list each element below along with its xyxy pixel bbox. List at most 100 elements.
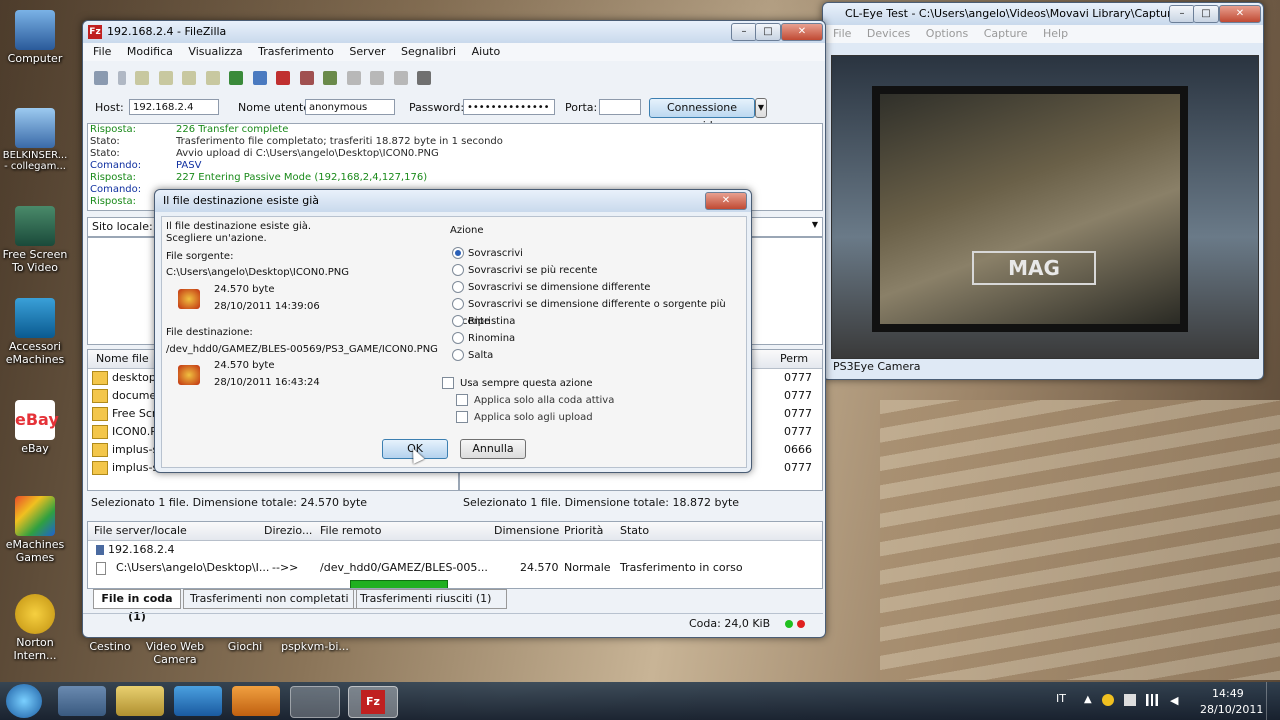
dialog-body: Il file destinazione esiste già. Sceglie… xyxy=(161,216,747,468)
username-input[interactable]: anonymous xyxy=(305,99,395,115)
queue-server-row[interactable]: 192.168.2.4 xyxy=(88,541,822,559)
sync-browse-icon[interactable] xyxy=(393,71,408,85)
toggle-queue-icon[interactable] xyxy=(205,71,220,85)
close-button[interactable]: ✕ xyxy=(1219,5,1261,23)
menu-server[interactable]: Server xyxy=(349,45,385,58)
remote-site-dropdown-icon[interactable]: ▼ xyxy=(812,220,818,229)
toggle-remote-tree-icon[interactable] xyxy=(182,71,196,85)
action-radio-3[interactable]: Sovrascrivi se dimensione differente o s… xyxy=(452,296,742,327)
site-manager-icon[interactable] xyxy=(94,71,108,85)
desktop-icon-belkin[interactable]: BELKINSER... - collegam... xyxy=(0,108,70,172)
menu-segnalibri[interactable]: Segnalibri xyxy=(401,45,456,58)
start-button[interactable] xyxy=(6,684,42,718)
port-input[interactable] xyxy=(599,99,641,115)
dialog-close-button[interactable]: ✕ xyxy=(705,192,747,210)
taskbar-pin-explorer-icon[interactable] xyxy=(116,686,164,716)
action-radio-0[interactable]: Sovrascrivi xyxy=(452,245,742,262)
cancel-button[interactable]: Annulla xyxy=(460,439,526,459)
volume-tray-icon[interactable]: ◀ xyxy=(1170,694,1178,707)
quickconnect-dropdown[interactable]: ▼ xyxy=(755,98,767,118)
desktop-icon-webcam[interactable]: Video Web Camera xyxy=(140,640,210,666)
dialog-titlebar[interactable]: Il file destinazione esiste già ✕ xyxy=(155,190,751,212)
toggle-log-icon[interactable] xyxy=(135,71,149,85)
log-label: Risposta: xyxy=(90,196,137,207)
minimize-button[interactable]: – xyxy=(731,23,757,41)
show-hidden-icon[interactable]: ▲ xyxy=(1084,694,1092,705)
queue-size-text: Coda: 24,0 KiB xyxy=(689,617,771,630)
menu-aiuto[interactable]: Aiuto xyxy=(472,45,501,58)
taskbar-pin-ie-icon[interactable] xyxy=(174,686,222,716)
file-permissions: 0666 xyxy=(784,443,812,456)
password-input[interactable]: •••••••••••••• xyxy=(463,99,555,115)
norton-tray-icon[interactable] xyxy=(1102,694,1114,706)
always-use-checkbox[interactable]: Usa sempre questa azione xyxy=(442,377,593,389)
quickconnect-button[interactable]: Connessione rapida xyxy=(649,98,755,132)
filter-icon[interactable] xyxy=(346,71,361,85)
filezilla-titlebar[interactable]: Fz 192.168.2.4 - FileZilla – □ ✕ xyxy=(83,21,825,43)
source-label: File sorgente: xyxy=(166,251,234,262)
taskbar-filezilla-icon[interactable]: Fz xyxy=(348,686,398,718)
network-tray-icon[interactable] xyxy=(1146,694,1158,706)
maximize-button[interactable]: □ xyxy=(1193,5,1219,23)
flag-tray-icon[interactable] xyxy=(1124,694,1136,706)
cleye-menu-options[interactable]: Options xyxy=(926,27,968,40)
show-desktop-button[interactable] xyxy=(1266,682,1280,720)
desktop-icon-emachines-games[interactable]: eMachines Games xyxy=(0,496,70,564)
menu-file[interactable]: File xyxy=(93,45,111,58)
menu-modifica[interactable]: Modifica xyxy=(127,45,173,58)
clock-date[interactable]: 28/10/2011 xyxy=(1200,703,1263,716)
action-radio-5[interactable]: Rinomina xyxy=(452,330,742,347)
queue-header: File server/locale Direzio... File remot… xyxy=(88,522,822,541)
tab-failed[interactable]: Trasferimenti non completati xyxy=(183,589,357,609)
taskbar-pin-paint-icon[interactable] xyxy=(58,686,106,716)
cleye-menu-devices[interactable]: Devices xyxy=(867,27,910,40)
maximize-button[interactable]: □ xyxy=(755,23,781,41)
action-radio-6[interactable]: Salta xyxy=(452,347,742,364)
desktop-icon-norton[interactable]: Norton Intern... xyxy=(0,594,70,662)
cleye-menu-capture[interactable]: Capture xyxy=(984,27,1028,40)
compare-icon[interactable] xyxy=(370,71,384,85)
tab-successful[interactable]: Trasferimenti riusciti (1) xyxy=(353,589,507,609)
desktop-icon-giochi[interactable]: Giochi xyxy=(210,640,280,653)
game-logo: MAG xyxy=(972,251,1096,285)
cleye-title: CL-Eye Test - C:\Users\angelo\Videos\Mov… xyxy=(845,7,1189,20)
action-radio-1[interactable]: Sovrascrivi se più recente xyxy=(452,262,742,279)
queue-file-row[interactable]: C:\Users\angelo\Desktop\I... -->> /dev_h… xyxy=(88,559,822,577)
language-indicator[interactable]: IT xyxy=(1056,692,1066,705)
desktop-icon-cestino[interactable]: Cestino xyxy=(75,640,145,653)
close-button[interactable]: ✕ xyxy=(781,23,823,41)
tab-queued[interactable]: File in coda (1) xyxy=(93,589,181,623)
cleye-menu-file[interactable]: File xyxy=(833,27,851,40)
refresh-icon[interactable] xyxy=(229,71,243,85)
search-icon[interactable] xyxy=(417,71,431,85)
reconnect-icon[interactable] xyxy=(323,71,337,85)
only-upload-checkbox[interactable]: Applica solo agli upload xyxy=(456,411,593,423)
cleye-titlebar[interactable]: CL-Eye Test - C:\Users\angelo\Videos\Mov… xyxy=(823,3,1263,25)
toggle-tree-icon[interactable] xyxy=(158,71,173,85)
process-queue-icon[interactable] xyxy=(252,71,267,85)
source-date: 28/10/2011 14:39:06 xyxy=(214,301,320,312)
desktop-icon-free-screen[interactable]: Free Screen To Video xyxy=(0,206,70,274)
checkbox-box xyxy=(456,411,468,423)
menu-trasferimento[interactable]: Trasferimento xyxy=(258,45,334,58)
taskbar-pin-media-icon[interactable] xyxy=(232,686,280,716)
action-radio-4[interactable]: Ripristina xyxy=(452,313,742,330)
host-input[interactable]: 192.168.2.4 xyxy=(129,99,219,115)
cleye-menu-help[interactable]: Help xyxy=(1043,27,1068,40)
dropdown-arrow-icon[interactable] xyxy=(117,71,126,85)
radio-button xyxy=(452,247,464,259)
desktop-icon-pspkvm[interactable]: pspkvm-bi... xyxy=(280,640,350,653)
desktop-icon-computer[interactable]: Computer xyxy=(0,10,70,65)
minimize-button[interactable]: – xyxy=(1169,5,1195,23)
clock-time[interactable]: 14:49 xyxy=(1212,687,1244,700)
menu-visualizza[interactable]: Visualizza xyxy=(188,45,242,58)
desktop-icon-accessori[interactable]: Accessori eMachines xyxy=(0,298,70,366)
only-queue-checkbox[interactable]: Applica solo alla coda attiva xyxy=(456,394,614,406)
password-label: Password: xyxy=(409,101,465,114)
desktop-icon-ebay[interactable]: eBay eBay xyxy=(0,400,70,455)
action-radio-2[interactable]: Sovrascrivi se dimensione differente xyxy=(452,279,742,296)
disconnect-icon[interactable] xyxy=(299,71,314,85)
cancel-icon[interactable] xyxy=(276,71,290,85)
transfer-queue[interactable]: File server/locale Direzio... File remot… xyxy=(87,521,823,589)
taskbar-cleye-icon[interactable] xyxy=(290,686,340,718)
